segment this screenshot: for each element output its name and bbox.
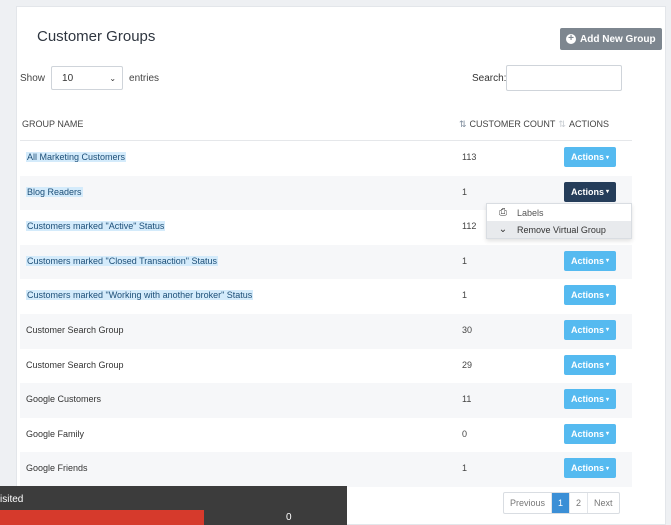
customer-count: 30: [462, 324, 473, 335]
table-row: Google Customers 11 Actions ▾: [20, 383, 632, 418]
search-label: Search:: [472, 73, 507, 84]
show-label: Show: [20, 72, 46, 84]
group-name[interactable]: Google Family: [26, 429, 84, 439]
group-name[interactable]: Customers marked "Closed Transaction" St…: [26, 255, 218, 266]
actions-label: Actions: [570, 463, 604, 474]
pagination-next[interactable]: Next: [588, 493, 619, 513]
actions-label: Actions: [570, 324, 604, 335]
column-actions: ACTIONS: [569, 119, 610, 129]
actions-button[interactable]: Actions ▾: [564, 250, 616, 271]
plus-circle-icon: +: [566, 34, 576, 44]
pagination-page-1[interactable]: 1: [552, 493, 571, 513]
menu-item-label: Remove Virtual Group: [517, 224, 606, 235]
customer-count: 113: [462, 152, 477, 162]
group-name[interactable]: Customers marked "Working with another b…: [26, 290, 254, 301]
group-name[interactable]: Customer Search Group: [26, 360, 124, 370]
menu-item-labels[interactable]: ⎙ Labels: [487, 204, 631, 221]
visited-overlay: isited 0: [0, 486, 347, 525]
actions-label: Actions: [570, 152, 604, 162]
customer-count: 1: [462, 290, 468, 301]
page-title: Customer Groups: [37, 28, 156, 45]
actions-button[interactable]: Actions ▾: [564, 458, 616, 479]
overlay-bar: [0, 510, 204, 525]
overlay-label: isited: [0, 494, 24, 505]
pagination: Previous 1 2 Next: [503, 492, 620, 514]
column-group-name[interactable]: GROUP NAME: [22, 119, 83, 129]
actions-label: Actions: [570, 290, 604, 301]
sort-asc-icon: ⇅: [459, 119, 467, 129]
actions-label: Actions: [570, 186, 604, 197]
entries-select[interactable]: 10 ⌄: [51, 66, 124, 90]
overlay-value: 0: [286, 512, 292, 523]
caret-down-icon: ▾: [606, 327, 610, 334]
chevron-down-icon: ⌄: [498, 224, 508, 235]
menu-item-remove-virtual-group[interactable]: ⌄ Remove Virtual Group: [487, 221, 631, 238]
entries-value: 10: [62, 72, 74, 84]
table-header: GROUP NAME ⇅ CUSTOMER COUNT ⇅ ACTIONS: [20, 111, 632, 141]
search-input[interactable]: [506, 65, 622, 91]
table-row: Customers marked "Closed Transaction" St…: [20, 244, 632, 280]
actions-button[interactable]: Actions ▾: [564, 319, 616, 340]
caret-down-icon: ▾: [606, 189, 610, 196]
entries-label: entries: [129, 72, 160, 84]
caret-down-icon: ▾: [606, 431, 610, 438]
table-row: Customers marked "Working with another b…: [20, 279, 632, 314]
group-name[interactable]: Google Friends: [26, 463, 88, 473]
actions-label: Actions: [570, 255, 604, 266]
caret-down-icon: ▾: [606, 396, 610, 403]
add-new-group-label: Add New Group: [580, 33, 656, 45]
actions-label: Actions: [570, 359, 604, 370]
customer-count: 1: [462, 463, 468, 474]
group-name[interactable]: Blog Readers: [26, 186, 83, 197]
actions-button[interactable]: Actions ▾: [564, 285, 616, 306]
actions-label: Actions: [570, 394, 604, 405]
table-body: All Marketing Customers 113 Actions ▾ Blo…: [20, 141, 632, 487]
table-row: Google Friends 1 Actions ▾: [20, 452, 632, 487]
printer-icon: ⎙: [499, 207, 507, 218]
customer-count: 112: [462, 221, 477, 232]
caret-down-icon: ▾: [606, 465, 610, 472]
group-name[interactable]: Google Customers: [26, 394, 101, 404]
table-row: Customer Search Group 30 Actions ▾: [20, 313, 632, 349]
caret-down-icon: ▾: [606, 292, 610, 299]
actions-button[interactable]: Actions ▾: [564, 354, 616, 375]
group-name[interactable]: Customers marked "Active" Status: [26, 221, 166, 232]
entries-control: Show 10 ⌄ entries: [20, 66, 159, 90]
chevron-down-icon: ⌄: [109, 73, 117, 83]
actions-dropdown-menu: ⎙ Labels ⌄ Remove Virtual Group: [486, 203, 632, 239]
search-label-wrap: Search:: [472, 73, 506, 84]
actions-button[interactable]: Actions ▾: [564, 423, 616, 444]
sort-icon: ⇅: [558, 119, 566, 129]
group-name[interactable]: Customer Search Group: [26, 325, 124, 335]
add-new-group-button[interactable]: + Add New Group: [560, 28, 662, 50]
actions-button[interactable]: Actions ▾: [564, 147, 616, 167]
table-row: Customer Search Group 29 Actions ▾: [20, 349, 632, 384]
actions-button-active[interactable]: Actions ▾: [564, 181, 616, 202]
caret-down-icon: ▾: [606, 362, 610, 369]
menu-item-label: Labels: [517, 207, 544, 218]
customer-count: 29: [462, 359, 473, 370]
table-row: All Marketing Customers 113 Actions ▾: [20, 141, 632, 176]
pagination-page-2[interactable]: 2: [570, 493, 589, 513]
actions-button[interactable]: Actions ▾: [564, 389, 616, 410]
customer-count: 11: [462, 394, 472, 405]
group-name[interactable]: All Marketing Customers: [26, 152, 127, 162]
pagination-previous[interactable]: Previous: [504, 493, 553, 513]
customer-count: 0: [462, 428, 468, 439]
customer-count: 1: [462, 255, 468, 266]
caret-down-icon: ▾: [606, 258, 610, 265]
table-row: Google Family 0 Actions ▾: [20, 418, 632, 453]
column-customer-count-label: CUSTOMER COUNT: [469, 119, 556, 129]
actions-label: Actions: [570, 428, 604, 439]
column-customer-count[interactable]: ⇅ CUSTOMER COUNT ⇅: [459, 119, 566, 130]
caret-down-icon: ▾: [606, 154, 610, 161]
customer-count: 1: [462, 186, 468, 197]
